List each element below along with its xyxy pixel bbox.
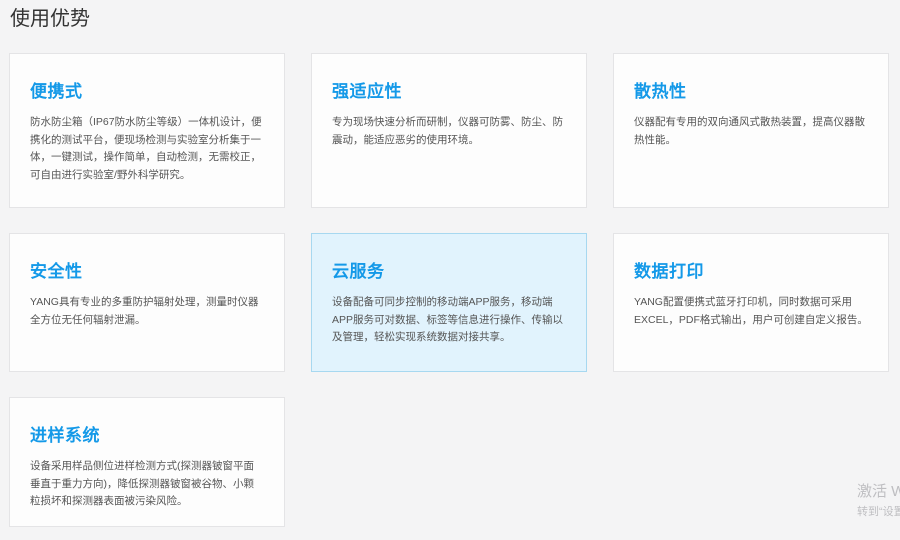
feature-card-grid: 便携式 防水防尘箱（IP67防水防尘等级）一体机设计，便携化的测试平台，便现场检… bbox=[9, 53, 889, 527]
watermark-settings-text: 转到“设置”以激活 Windows。 bbox=[857, 506, 900, 518]
feature-card-heat-dissipation[interactable]: 散热性 仪器配有专用的双向通风式散热装置，提高仪器散热性能。 bbox=[613, 53, 889, 208]
feature-card-cloud-service-highlighted[interactable]: 云服务 设备配备可同步控制的移动端APP服务，移动端APP服务可对数据、标签等信… bbox=[311, 233, 587, 372]
card-description: 设备采用样品侧位进样检测方式(探测器铍窗平面垂直于重力方向)，降低探测器铍窗被谷… bbox=[30, 458, 264, 511]
card-title: 数据打印 bbox=[634, 263, 868, 280]
watermark-activate-text: 激活 Windows bbox=[857, 484, 900, 501]
feature-card-sampling-system[interactable]: 进样系统 设备采用样品侧位进样检测方式(探测器铍窗平面垂直于重力方向)，降低探测… bbox=[9, 397, 285, 527]
card-title: 进样系统 bbox=[30, 427, 264, 444]
card-description: 专为现场快速分析而研制，仪器可防雾、防尘、防震动，能适应恶劣的使用环境。 bbox=[332, 114, 566, 149]
card-description: YANG配置便携式蓝牙打印机，同时数据可采用EXCEL，PDF格式输出，用户可创… bbox=[634, 294, 868, 329]
card-description: YANG具有专业的多重防护辐射处理，测量时仪器全方位无任何辐射泄漏。 bbox=[30, 294, 264, 329]
feature-card-portable[interactable]: 便携式 防水防尘箱（IP67防水防尘等级）一体机设计，便携化的测试平台，便现场检… bbox=[9, 53, 285, 208]
card-title: 云服务 bbox=[332, 263, 566, 280]
card-title: 散热性 bbox=[634, 83, 868, 100]
card-description: 防水防尘箱（IP67防水防尘等级）一体机设计，便携化的测试平台，便现场检测与实验… bbox=[30, 114, 264, 184]
card-description: 设备配备可同步控制的移动端APP服务，移动端APP服务可对数据、标签等信息进行操… bbox=[332, 294, 566, 347]
card-description: 仪器配有专用的双向通风式散热装置，提高仪器散热性能。 bbox=[634, 114, 868, 149]
card-title: 便携式 bbox=[30, 83, 264, 100]
card-title: 安全性 bbox=[30, 263, 264, 280]
card-title: 强适应性 bbox=[332, 83, 566, 100]
windows-activation-watermark: 激活 Windows 转到“设置”以激活 Windows。 bbox=[857, 484, 900, 518]
feature-card-data-printing[interactable]: 数据打印 YANG配置便携式蓝牙打印机，同时数据可采用EXCEL，PDF格式输出… bbox=[613, 233, 889, 372]
feature-card-safety[interactable]: 安全性 YANG具有专业的多重防护辐射处理，测量时仪器全方位无任何辐射泄漏。 bbox=[9, 233, 285, 372]
feature-card-adaptability[interactable]: 强适应性 专为现场快速分析而研制，仪器可防雾、防尘、防震动，能适应恶劣的使用环境… bbox=[311, 53, 587, 208]
page-title: 使用优势 bbox=[10, 9, 90, 29]
